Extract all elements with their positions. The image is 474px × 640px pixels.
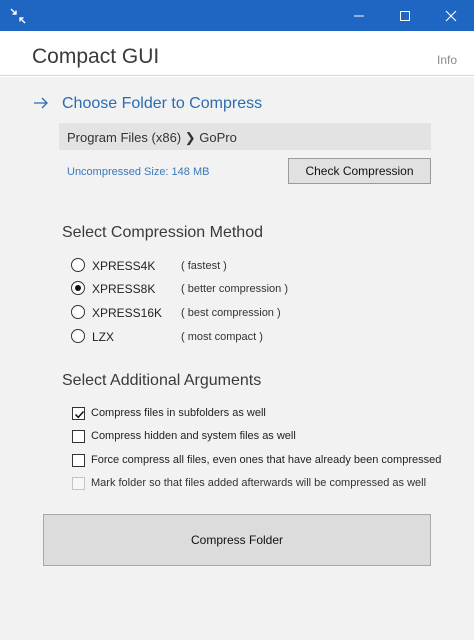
checkbox-subfolders[interactable] (72, 407, 85, 420)
choose-folder-heading[interactable]: Choose Folder to Compress (62, 95, 262, 113)
checkbox-mark-folder[interactable] (72, 477, 85, 490)
additional-arguments-heading: Select Additional Arguments (62, 372, 262, 389)
radio-xpress4k[interactable] (71, 258, 85, 272)
checkbox-label-subfolders[interactable]: Compress files in subfolders as well (91, 407, 266, 419)
radio-desc-xpress16k: ( best compression ) (181, 307, 281, 319)
check-compression-button[interactable]: Check Compression (288, 158, 431, 184)
checkbox-label-force-compress[interactable]: Force compress all files, even ones that… (91, 454, 441, 466)
info-link[interactable]: Info (437, 53, 457, 67)
compress-folder-button[interactable]: Compress Folder (43, 514, 431, 566)
close-icon (445, 10, 457, 21)
compress-arrows-icon (10, 8, 26, 24)
app-title: Compact GUI (32, 45, 160, 68)
radio-xpress8k[interactable] (71, 281, 85, 295)
radio-label-xpress8k[interactable]: XPRESS8K (92, 282, 155, 296)
checkbox-force-compress[interactable] (72, 454, 85, 467)
checkbox-label-mark-folder: Mark folder so that files added afterwar… (91, 477, 427, 489)
radio-lzx[interactable] (71, 329, 85, 343)
minimize-icon (354, 15, 364, 16)
checkbox-label-hidden-system[interactable]: Compress hidden and system files as well (91, 430, 296, 442)
window-titlebar[interactable] (0, 0, 474, 31)
radio-label-lzx[interactable]: LZX (92, 330, 114, 344)
radio-desc-lzx: ( most compact ) (181, 331, 263, 343)
maximize-button[interactable] (382, 0, 428, 31)
compression-method-heading: Select Compression Method (62, 224, 263, 241)
radio-label-xpress16k[interactable]: XPRESS16K (92, 306, 162, 320)
minimize-button[interactable] (336, 0, 382, 31)
radio-xpress16k[interactable] (71, 305, 85, 319)
checkmark-icon (74, 410, 85, 419)
radio-desc-xpress8k: ( better compression ) (181, 283, 288, 295)
radio-label-xpress4k[interactable]: XPRESS4K (92, 259, 155, 273)
radio-desc-xpress4k: ( fastest ) (181, 260, 227, 272)
uncompressed-size-label: Uncompressed Size: 148 MB (67, 166, 210, 178)
folder-path-display: Program Files (x86) ❯ GoPro (59, 123, 431, 150)
app-header: Compact GUI Info (0, 31, 474, 76)
arrow-right-icon (34, 97, 48, 109)
close-button[interactable] (428, 0, 474, 31)
checkbox-hidden-system[interactable] (72, 430, 85, 443)
folder-path-text: Program Files (x86) ❯ GoPro (67, 130, 237, 145)
maximize-icon (400, 10, 410, 21)
